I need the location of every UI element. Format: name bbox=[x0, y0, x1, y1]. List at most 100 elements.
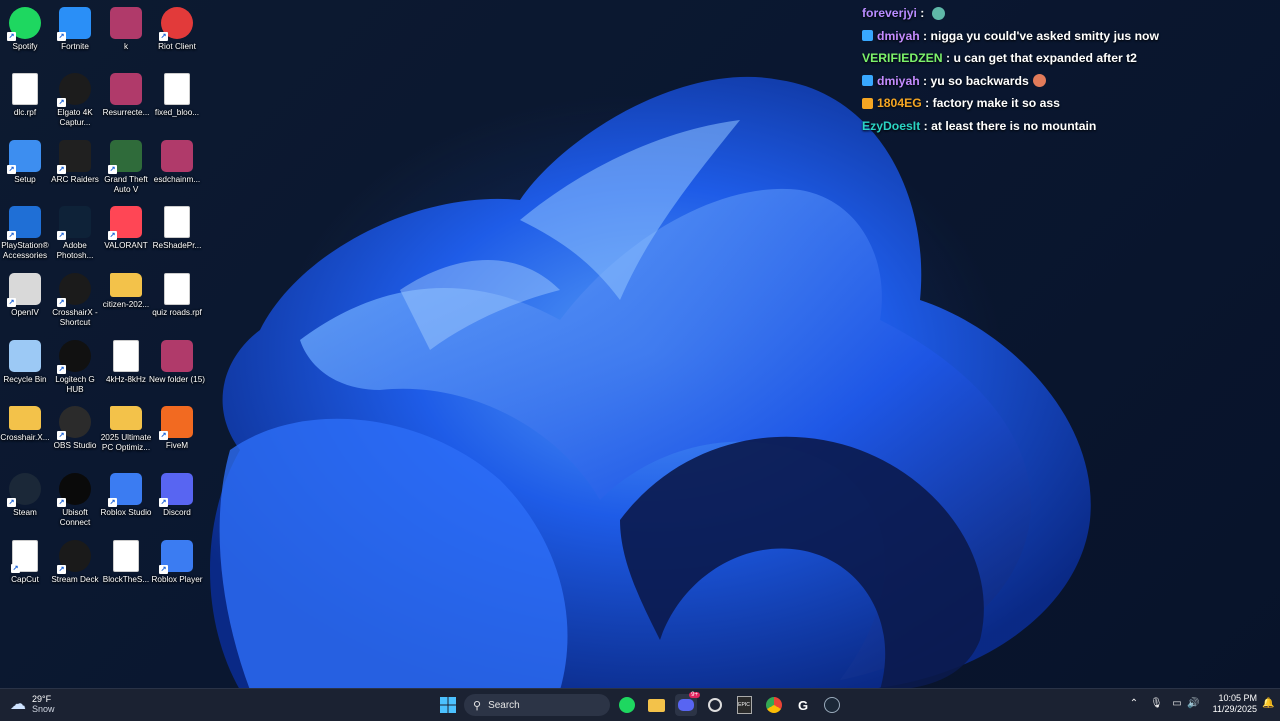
desktop-icon-gta-v[interactable]: ↗ Grand Theft Auto V bbox=[101, 140, 151, 194]
chat-username: dmiyah bbox=[877, 28, 920, 43]
winrar-archive-icon bbox=[161, 140, 193, 172]
fortnite-icon: ↗ bbox=[57, 7, 91, 41]
desktop-icon-file-gear[interactable]: 4kHz-8kHz bbox=[101, 340, 151, 385]
shortcut-arrow-icon: ↗ bbox=[57, 431, 66, 440]
weather-temp: 29°F bbox=[32, 694, 52, 704]
desktop-icon-obs[interactable]: ↗ OBS Studio bbox=[50, 406, 100, 451]
file-explorer-icon bbox=[647, 698, 665, 712]
file-gear-icon bbox=[164, 206, 190, 238]
taskbar-file-explorer[interactable] bbox=[645, 694, 667, 716]
chat-username: dmiyah bbox=[877, 73, 920, 88]
desktop-icon-openiv[interactable]: ↗ OpenIV bbox=[0, 273, 50, 318]
taskbar-epic-games[interactable]: EPIC bbox=[733, 694, 755, 716]
desktop-icon-elgato[interactable]: ↗ Elgato 4K Captur... bbox=[50, 73, 100, 127]
steam-icon: ↗ bbox=[7, 473, 41, 507]
desktop-icon-crosshairx[interactable]: ↗ CrosshairX - Shortcut bbox=[50, 273, 100, 327]
desktop-icon-discord[interactable]: ↗ Discord bbox=[152, 473, 202, 518]
taskbar-logitech[interactable]: G bbox=[792, 694, 814, 716]
desktop-icon-folder[interactable]: Crosshair.X... bbox=[0, 406, 50, 443]
riot-client-icon: ↗ bbox=[159, 7, 193, 41]
chat-separator: : bbox=[919, 73, 931, 88]
cloud-snow-icon: ☁ bbox=[10, 696, 26, 713]
desktop-icon-label: esdchainm... bbox=[153, 175, 201, 184]
microphone-icon[interactable]: 🎙 bbox=[1150, 698, 1163, 710]
photoshop-icon: ↗ bbox=[57, 206, 91, 240]
file-icon bbox=[164, 273, 190, 305]
volume-icon[interactable]: 🔊 bbox=[1187, 698, 1199, 710]
taskbar-chrome[interactable] bbox=[763, 694, 785, 716]
chat-message: dmiyah : nigga yu could've asked smitty … bbox=[862, 25, 1262, 48]
desktop-icon-capcut[interactable]: ↗ CapCut bbox=[0, 540, 50, 585]
chat-username: EzyDoesIt bbox=[862, 118, 921, 133]
desktop-icon-setup[interactable]: ↗ Setup bbox=[0, 140, 50, 185]
winrar-archive-icon bbox=[161, 340, 193, 372]
valorant-icon: ↗ bbox=[108, 206, 142, 240]
desktop-icon-file[interactable]: dlc.rpf bbox=[0, 73, 50, 118]
desktop-icon-winrar-archive[interactable]: esdchainm... bbox=[152, 140, 202, 185]
desktop-icon-folder[interactable]: citizen-202... bbox=[101, 273, 151, 310]
desktop-icon-spotify[interactable]: ↗ Spotify bbox=[0, 7, 50, 52]
gta-v-icon: ↗ bbox=[108, 140, 142, 174]
shortcut-arrow-icon: ↗ bbox=[108, 231, 117, 240]
chat-message: EzyDoesIt : at least there is no mountai… bbox=[862, 115, 1262, 138]
desktop-icon-arc-raiders[interactable]: ↗ ARC Raiders bbox=[50, 140, 100, 185]
system-clock[interactable]: 10:05 PM 11/29/2025 bbox=[1205, 693, 1257, 715]
desktop-icon-steam[interactable]: ↗ Steam bbox=[0, 473, 50, 518]
shortcut-arrow-icon: ↗ bbox=[57, 365, 66, 374]
desktop-icon-folder[interactable]: 2025 Ultimate PC Optimiz... bbox=[101, 406, 151, 452]
chat-username: foreverjyi bbox=[862, 6, 917, 21]
desktop-icon-logitech[interactable]: ↗ Logitech G HUB bbox=[50, 340, 100, 394]
search-icon: ⚲ bbox=[473, 699, 482, 712]
desktop-icon-winrar-archive[interactable]: New folder (15) bbox=[149, 340, 205, 385]
stream-deck-icon: ↗ bbox=[57, 540, 91, 574]
network-icon[interactable]: ▭ bbox=[1171, 698, 1183, 710]
desktop-icon-riot-client[interactable]: ↗ Riot Client bbox=[152, 7, 202, 52]
desktop-icon-roblox-studio[interactable]: ↗ Roblox Studio bbox=[101, 473, 151, 518]
shortcut-arrow-icon: ↗ bbox=[57, 165, 66, 174]
taskbar-search-box[interactable]: ⚲ Search bbox=[464, 694, 610, 716]
taskbar-app[interactable] bbox=[704, 694, 726, 716]
desktop-icon-file-gear[interactable]: ReShadePr... bbox=[152, 206, 202, 251]
start-button[interactable] bbox=[437, 694, 459, 716]
desktop-icon-fivem[interactable]: ↗ FiveM bbox=[152, 406, 202, 451]
shortcut-arrow-icon: ↗ bbox=[7, 32, 16, 41]
chat-separator: : bbox=[942, 51, 954, 66]
desktop-icon-recycle-bin[interactable]: Recycle Bin bbox=[0, 340, 50, 385]
shortcut-arrow-icon: ↗ bbox=[159, 431, 168, 440]
obs-icon: ↗ bbox=[57, 406, 91, 440]
desktop-icon-playstation[interactable]: ↗ PlayStation® Accessories bbox=[0, 206, 50, 260]
taskbar-discord[interactable]: 9+ bbox=[675, 692, 700, 716]
chat-message: foreverjyi : bbox=[862, 2, 1262, 25]
desktop-icon-fortnite[interactable]: ↗ Fortnite bbox=[50, 7, 100, 52]
arc-raiders-icon: ↗ bbox=[57, 140, 91, 174]
desktop-icon-ubisoft[interactable]: ↗ Ubisoft Connect bbox=[50, 473, 100, 527]
winrar-archive-icon bbox=[110, 73, 142, 105]
folder-icon bbox=[110, 406, 142, 430]
logitech-icon: G bbox=[797, 697, 809, 713]
desktop-icon-label: VALORANT bbox=[104, 241, 148, 250]
desktop-icon-winrar-archive[interactable]: Resurrecte... bbox=[101, 73, 151, 118]
desktop-icon-file-gear[interactable]: BlockTheS... bbox=[101, 540, 151, 585]
desktop-icon-roblox-player[interactable]: ↗ Roblox Player bbox=[152, 540, 202, 585]
taskbar-spotify[interactable] bbox=[616, 694, 638, 716]
shortcut-arrow-icon: ↗ bbox=[7, 231, 16, 240]
chat-username: VERIFIEDZEN bbox=[862, 51, 943, 66]
notification-bell-icon[interactable]: 🔔 bbox=[1262, 698, 1274, 710]
file-gear-icon bbox=[113, 340, 139, 372]
chevron-up-icon[interactable]: ⌃ bbox=[1128, 698, 1140, 710]
ubisoft-icon: ↗ bbox=[57, 473, 91, 507]
taskbar-steam[interactable] bbox=[821, 694, 843, 716]
desktop-icon-file[interactable]: fixed_bloo... bbox=[152, 73, 202, 118]
desktop-icon-valorant[interactable]: ↗ VALORANT bbox=[101, 206, 151, 251]
desktop-icon-label: Grand Theft Auto V bbox=[104, 175, 148, 194]
folder-icon bbox=[110, 273, 142, 297]
desktop-icon-winrar-archive[interactable]: k bbox=[101, 7, 151, 52]
desktop-icon-label: quiz roads.rpf bbox=[152, 308, 202, 317]
desktop-icon-photoshop[interactable]: ↗ Adobe Photosh... bbox=[50, 206, 100, 260]
desktop-icon-stream-deck[interactable]: ↗ Stream Deck bbox=[50, 540, 100, 585]
desktop-icon-file[interactable]: quiz roads.rpf bbox=[152, 273, 202, 318]
weather-widget[interactable]: ☁ 29°F Snow bbox=[10, 694, 55, 714]
chat-message: dmiyah : yu so backwards bbox=[862, 70, 1262, 93]
sub-badge-icon bbox=[862, 97, 873, 109]
shortcut-arrow-icon: ↗ bbox=[159, 32, 168, 41]
